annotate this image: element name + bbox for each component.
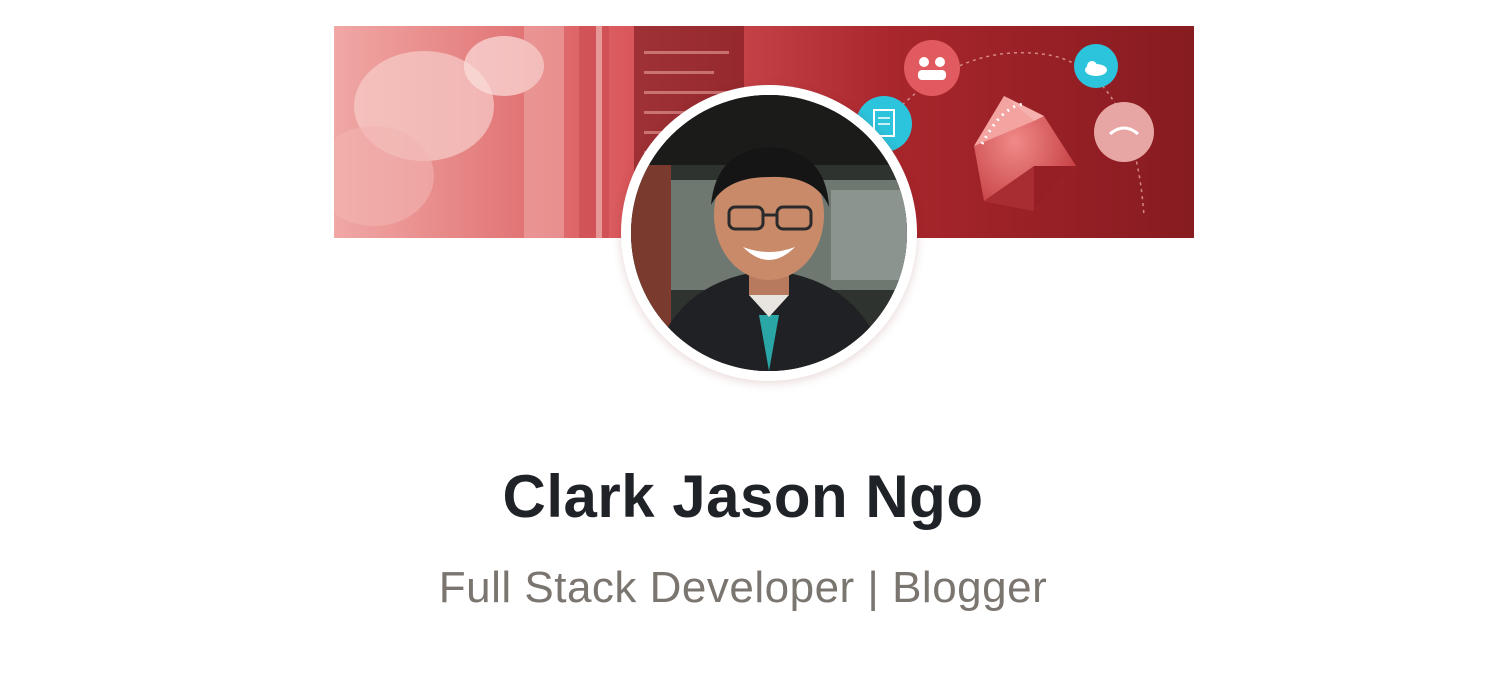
profile-headline: Full Stack Developer | Blogger [438, 563, 1048, 612]
team-icon [904, 40, 960, 96]
profile-card: Clark Jason Ngo Full Stack Developer | B… [0, 0, 1486, 696]
profile-photo [631, 95, 907, 371]
profile-name: Clark Jason Ngo [502, 463, 984, 530]
avatar-ring [621, 85, 917, 381]
avatar[interactable] [631, 95, 907, 371]
cloud-icon [1074, 44, 1118, 88]
handshake-icon [1094, 102, 1154, 162]
